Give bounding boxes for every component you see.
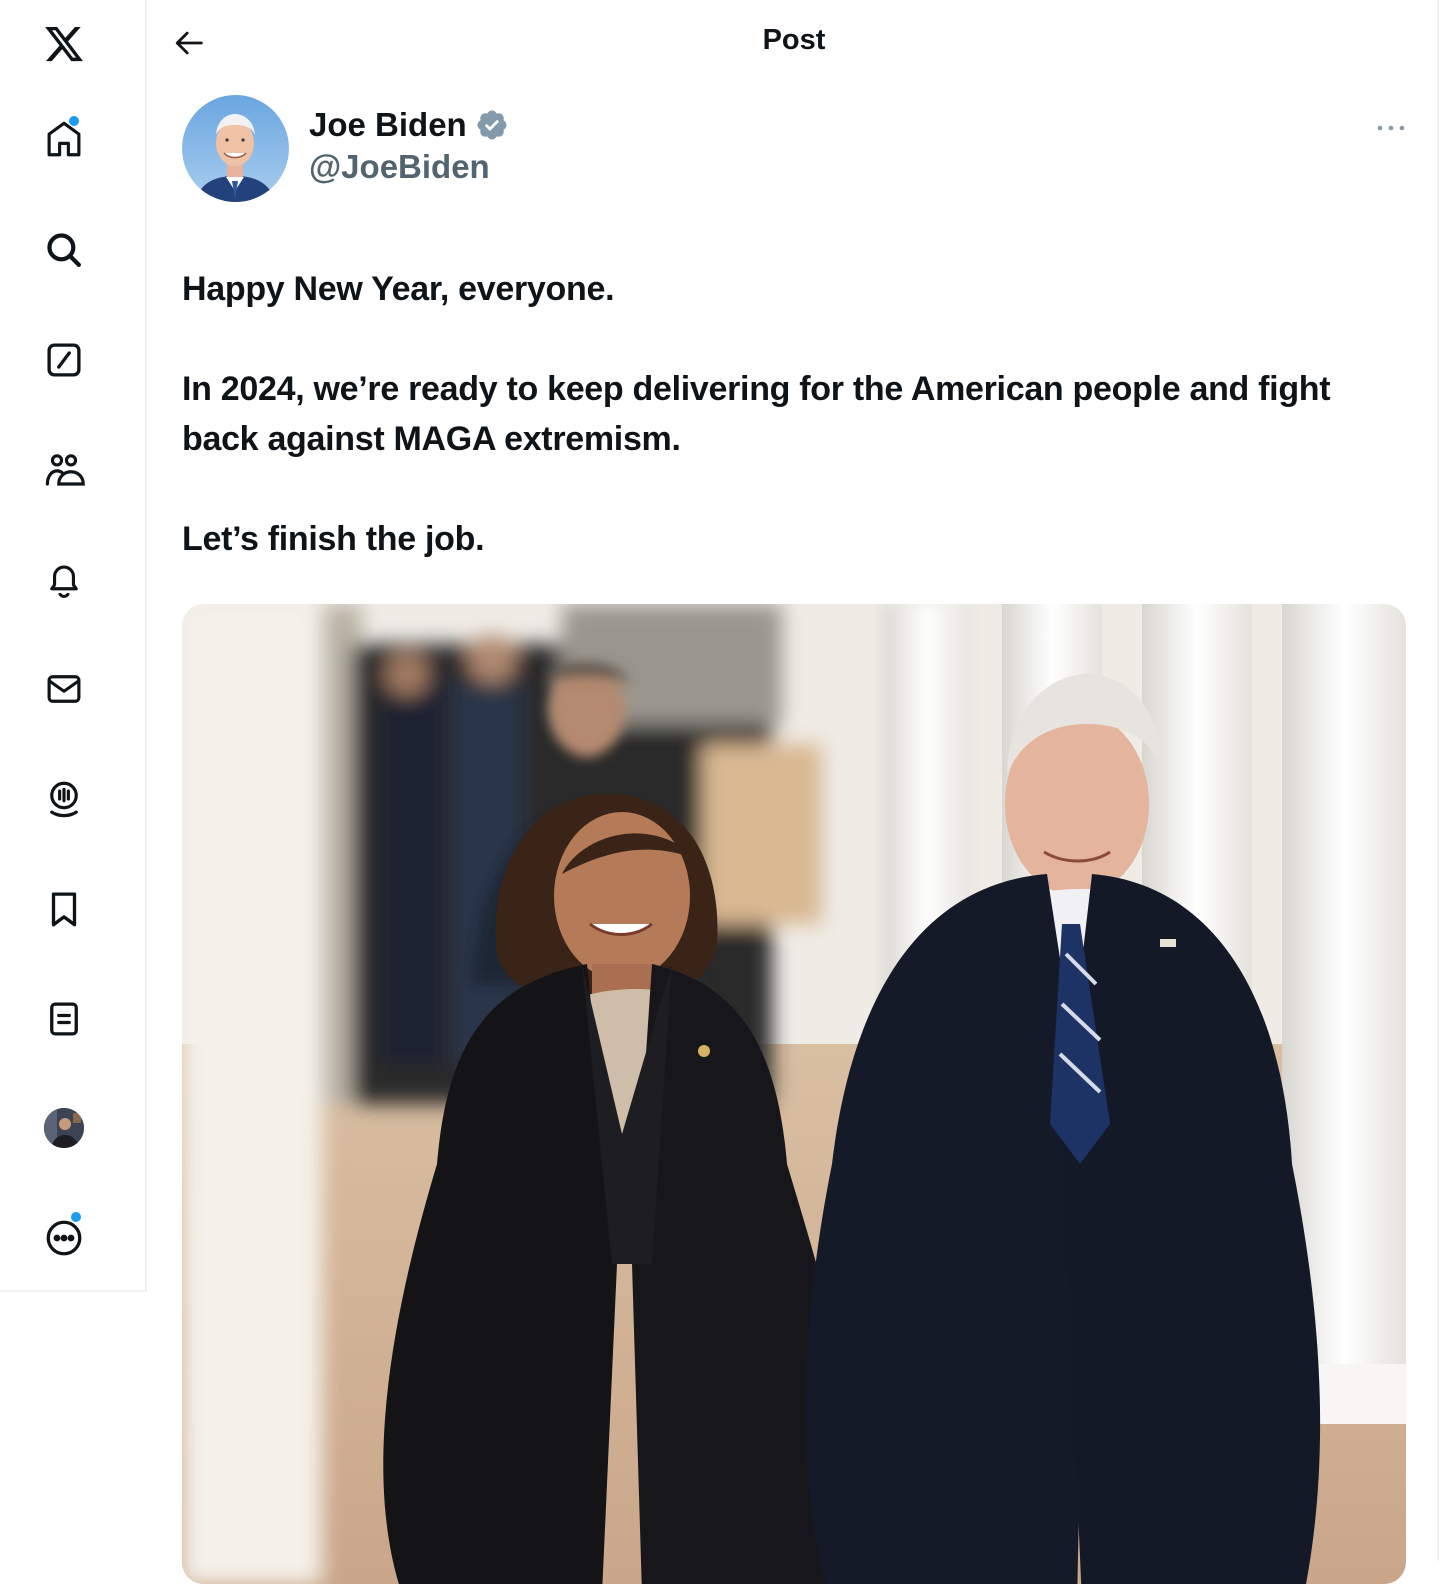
photo-image [182,604,1406,1584]
sidebar-item-grok[interactable] [40,336,88,384]
verified-badge-icon [477,110,507,140]
sidebar-item-spaces[interactable] [40,775,88,823]
sidebar-nav [0,0,147,1292]
sidebar-item-notifications[interactable] [40,556,88,604]
sidebar-item-bookmarks[interactable] [40,885,88,933]
post-more-button[interactable] [1371,108,1411,148]
bookmark-icon [51,892,77,927]
grok-icon [47,343,81,377]
author-avatar-image [182,95,289,202]
bell-icon [50,565,78,598]
search-icon [47,233,81,267]
sidebar-item-more[interactable] [40,1211,88,1262]
author-handle[interactable]: @JoeBiden [309,148,490,186]
post-header: Post [149,0,1439,86]
more-circle-icon [46,1220,82,1256]
author-name[interactable]: Joe Biden [309,106,467,144]
sidebar-item-profile[interactable] [40,1104,88,1152]
home-badge-dot [68,115,80,127]
post-paragraph: Happy New Year, everyone. [182,270,615,308]
more-badge-dot [70,1211,82,1223]
page-title: Post [762,24,826,56]
sidebar-item-communities[interactable] [40,446,88,494]
post-media-photo[interactable] [182,604,1406,1584]
sidebar-item-explore[interactable] [40,226,88,274]
more-horizontal-icon [1377,125,1405,131]
author-avatar[interactable] [182,95,289,202]
profile-avatar [44,1108,84,1148]
sidebar-item-messages[interactable] [40,665,88,713]
author-name-row: Joe Biden [309,106,509,144]
communities-icon [45,454,85,486]
sidebar-item-lists[interactable] [40,995,88,1043]
post-paragraph: In 2024, we’re ready to keep delivering … [182,370,1331,458]
list-icon [50,1002,78,1036]
sidebar-item-home[interactable] [40,115,88,163]
post-paragraph: Let’s finish the job. [182,520,485,558]
main-column: Post Joe Biden @JoeBiden Happy New Year,… [149,0,1439,1584]
microphone-icon [50,781,78,818]
envelope-icon [47,675,81,703]
x-logo-button[interactable] [40,20,88,68]
post-text: Happy New Year, everyone. In 2024, we’re… [182,264,1397,564]
x-logo-icon [45,26,83,62]
